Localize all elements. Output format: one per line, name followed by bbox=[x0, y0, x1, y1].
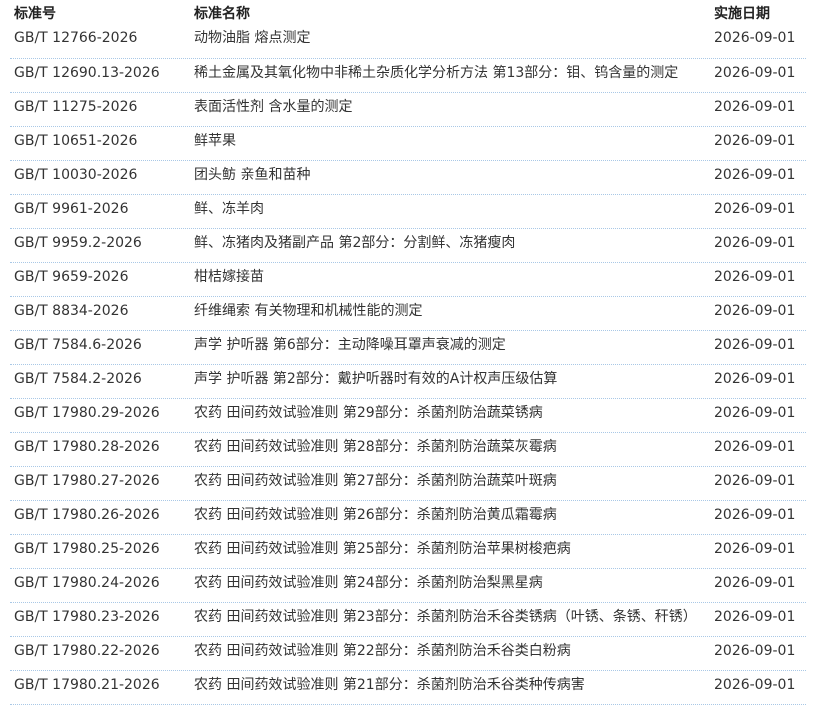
standard-code-link[interactable]: GB/T 17980.27-2026 bbox=[14, 471, 160, 491]
table-row[interactable]: GB/T 12690.13-2026 稀土金属及其氧化物中非稀土杂质化学分析方法 … bbox=[10, 59, 806, 93]
standard-name-link[interactable]: 鲜、冻猪肉及猪副产品 第2部分：分割鲜、冻猪瘦肉 bbox=[194, 233, 515, 253]
implementation-date: 2026-09-01 bbox=[714, 235, 796, 251]
standard-code-link[interactable]: GB/T 11275-2026 bbox=[14, 97, 137, 117]
implementation-date: 2026-09-01 bbox=[714, 337, 796, 353]
standard-code-link[interactable]: GB/T 8834-2026 bbox=[14, 301, 128, 321]
table-body: GB/T 12766-2026 动物油脂 熔点测定 2026-09-01 GB/T 1… bbox=[10, 24, 806, 705]
standard-code-link[interactable]: GB/T 17980.21-2026 bbox=[14, 675, 160, 695]
standard-name-link[interactable]: 团头鲂 亲鱼和苗种 bbox=[194, 165, 310, 185]
standard-name-link[interactable]: 表面活性剂 含水量的测定 bbox=[194, 97, 352, 117]
table-row[interactable]: GB/T 7584.6-2026 声学 护听器 第6部分：主动降噪耳罩声衰减的测定… bbox=[10, 331, 806, 365]
standard-name-link[interactable]: 农药 田间药效试验准则 第26部分：杀菌剂防治黄瓜霜霉病 bbox=[194, 505, 557, 525]
standard-code-link[interactable]: GB/T 7584.6-2026 bbox=[14, 335, 142, 355]
standard-code-link[interactable]: GB/T 17980.26-2026 bbox=[14, 505, 160, 525]
implementation-date: 2026-09-01 bbox=[714, 371, 796, 387]
standard-name-link[interactable]: 声学 护听器 第2部分：戴护听器时有效的A计权声压级估算 bbox=[194, 369, 557, 389]
column-header-code: 标准号 bbox=[14, 6, 56, 22]
implementation-date: 2026-09-01 bbox=[714, 439, 796, 455]
table-row[interactable]: GB/T 8834-2026 纤维绳索 有关物理和机械性能的测定 2026-09-0… bbox=[10, 297, 806, 331]
implementation-date: 2026-09-01 bbox=[714, 405, 796, 421]
implementation-date: 2026-09-01 bbox=[714, 65, 796, 81]
implementation-date: 2026-09-01 bbox=[714, 99, 796, 115]
implementation-date: 2026-09-01 bbox=[714, 201, 796, 217]
table-row[interactable]: GB/T 7584.2-2026 声学 护听器 第2部分：戴护听器时有效的A计权声… bbox=[10, 365, 806, 399]
table-row[interactable]: GB/T 9959.2-2026 鲜、冻猪肉及猪副产品 第2部分：分割鲜、冻猪瘦肉… bbox=[10, 229, 806, 263]
implementation-date: 2026-09-01 bbox=[714, 541, 796, 557]
implementation-date: 2026-09-01 bbox=[714, 30, 796, 46]
standard-code-link[interactable]: GB/T 12766-2026 bbox=[14, 28, 137, 48]
standard-code-link[interactable]: GB/T 9659-2026 bbox=[14, 267, 128, 287]
implementation-date: 2026-09-01 bbox=[714, 677, 796, 693]
standard-name-link[interactable]: 农药 田间药效试验准则 第22部分：杀菌剂防治禾谷类白粉病 bbox=[194, 641, 571, 661]
standard-code-link[interactable]: GB/T 17980.29-2026 bbox=[14, 403, 160, 423]
implementation-date: 2026-09-01 bbox=[714, 507, 796, 523]
implementation-date: 2026-09-01 bbox=[714, 643, 796, 659]
standard-name-link[interactable]: 农药 田间药效试验准则 第29部分：杀菌剂防治蔬菜锈病 bbox=[194, 403, 543, 423]
standard-code-link[interactable]: GB/T 9961-2026 bbox=[14, 199, 128, 219]
implementation-date: 2026-09-01 bbox=[714, 609, 796, 625]
standard-name-link[interactable]: 动物油脂 熔点测定 bbox=[194, 28, 310, 48]
implementation-date: 2026-09-01 bbox=[714, 303, 796, 319]
table-header: 标准号 标准名称 实施日期 bbox=[10, 0, 806, 24]
table-row[interactable]: GB/T 12766-2026 动物油脂 熔点测定 2026-09-01 bbox=[10, 24, 806, 59]
standard-name-link[interactable]: 农药 田间药效试验准则 第28部分：杀菌剂防治蔬菜灰霉病 bbox=[194, 437, 557, 457]
table-row[interactable]: GB/T 10030-2026 团头鲂 亲鱼和苗种 2026-09-01 bbox=[10, 161, 806, 195]
standard-code-link[interactable]: GB/T 12690.13-2026 bbox=[14, 63, 160, 83]
standard-code-link[interactable]: GB/T 10030-2026 bbox=[14, 165, 137, 185]
table-row[interactable]: GB/T 17980.26-2026 农药 田间药效试验准则 第26部分：杀菌剂防… bbox=[10, 501, 806, 535]
standard-name-link[interactable]: 农药 田间药效试验准则 第23部分：杀菌剂防治禾谷类锈病（叶锈、条锈、秆锈） bbox=[194, 607, 697, 627]
standard-code-link[interactable]: GB/T 17980.25-2026 bbox=[14, 539, 160, 559]
standard-name-link[interactable]: 纤维绳索 有关物理和机械性能的测定 bbox=[194, 301, 422, 321]
table-row[interactable]: GB/T 17980.22-2026 农药 田间药效试验准则 第22部分：杀菌剂防… bbox=[10, 637, 806, 671]
column-header-name: 标准名称 bbox=[194, 6, 250, 22]
table-row[interactable]: GB/T 11275-2026 表面活性剂 含水量的测定 2026-09-01 bbox=[10, 93, 806, 127]
implementation-date: 2026-09-01 bbox=[714, 133, 796, 149]
table-row[interactable]: GB/T 10651-2026 鲜苹果 2026-09-01 bbox=[10, 127, 806, 161]
table-row[interactable]: GB/T 17980.21-2026 农药 田间药效试验准则 第21部分：杀菌剂防… bbox=[10, 671, 806, 705]
standard-name-link[interactable]: 声学 护听器 第6部分：主动降噪耳罩声衰减的测定 bbox=[194, 335, 506, 355]
standard-name-link[interactable]: 鲜、冻羊肉 bbox=[194, 199, 264, 219]
table-row[interactable]: GB/T 9961-2026 鲜、冻羊肉 2026-09-01 bbox=[10, 195, 806, 229]
table-row[interactable]: GB/T 9659-2026 柑桔嫁接苗 2026-09-01 bbox=[10, 263, 806, 297]
standard-name-link[interactable]: 农药 田间药效试验准则 第25部分：杀菌剂防治苹果树梭疤病 bbox=[194, 539, 571, 559]
standard-code-link[interactable]: GB/T 17980.28-2026 bbox=[14, 437, 160, 457]
table-row[interactable]: GB/T 17980.28-2026 农药 田间药效试验准则 第28部分：杀菌剂防… bbox=[10, 433, 806, 467]
standard-name-link[interactable]: 鲜苹果 bbox=[194, 131, 236, 151]
table-row[interactable]: GB/T 17980.25-2026 农药 田间药效试验准则 第25部分：杀菌剂防… bbox=[10, 535, 806, 569]
standard-code-link[interactable]: GB/T 9959.2-2026 bbox=[14, 233, 142, 253]
standard-name-link[interactable]: 农药 田间药效试验准则 第24部分：杀菌剂防治梨黑星病 bbox=[194, 573, 543, 593]
standard-code-link[interactable]: GB/T 17980.23-2026 bbox=[14, 607, 160, 627]
implementation-date: 2026-09-01 bbox=[714, 269, 796, 285]
standard-name-link[interactable]: 柑桔嫁接苗 bbox=[194, 267, 264, 287]
implementation-date: 2026-09-01 bbox=[714, 167, 796, 183]
standard-code-link[interactable]: GB/T 17980.22-2026 bbox=[14, 641, 160, 661]
table-row[interactable]: GB/T 17980.29-2026 农药 田间药效试验准则 第29部分：杀菌剂防… bbox=[10, 399, 806, 433]
implementation-date: 2026-09-01 bbox=[714, 473, 796, 489]
standard-code-link[interactable]: GB/T 7584.2-2026 bbox=[14, 369, 142, 389]
implementation-date: 2026-09-01 bbox=[714, 575, 796, 591]
standard-name-link[interactable]: 稀土金属及其氧化物中非稀土杂质化学分析方法 第13部分：钼、钨含量的测定 bbox=[194, 63, 678, 83]
table-row[interactable]: GB/T 17980.24-2026 农药 田间药效试验准则 第24部分：杀菌剂防… bbox=[10, 569, 806, 603]
table-row[interactable]: GB/T 17980.27-2026 农药 田间药效试验准则 第27部分：杀菌剂防… bbox=[10, 467, 806, 501]
column-header-date: 实施日期 bbox=[714, 6, 770, 22]
standard-name-link[interactable]: 农药 田间药效试验准则 第21部分：杀菌剂防治禾谷类种传病害 bbox=[194, 675, 585, 695]
standard-name-link[interactable]: 农药 田间药效试验准则 第27部分：杀菌剂防治蔬菜叶斑病 bbox=[194, 471, 557, 491]
table-row[interactable]: GB/T 17980.23-2026 农药 田间药效试验准则 第23部分：杀菌剂防… bbox=[10, 603, 806, 637]
standard-code-link[interactable]: GB/T 17980.24-2026 bbox=[14, 573, 160, 593]
standards-table: 标准号 标准名称 实施日期 GB/T 12766-2026 动物油脂 熔点测定 20… bbox=[10, 0, 806, 705]
standard-code-link[interactable]: GB/T 10651-2026 bbox=[14, 131, 137, 151]
